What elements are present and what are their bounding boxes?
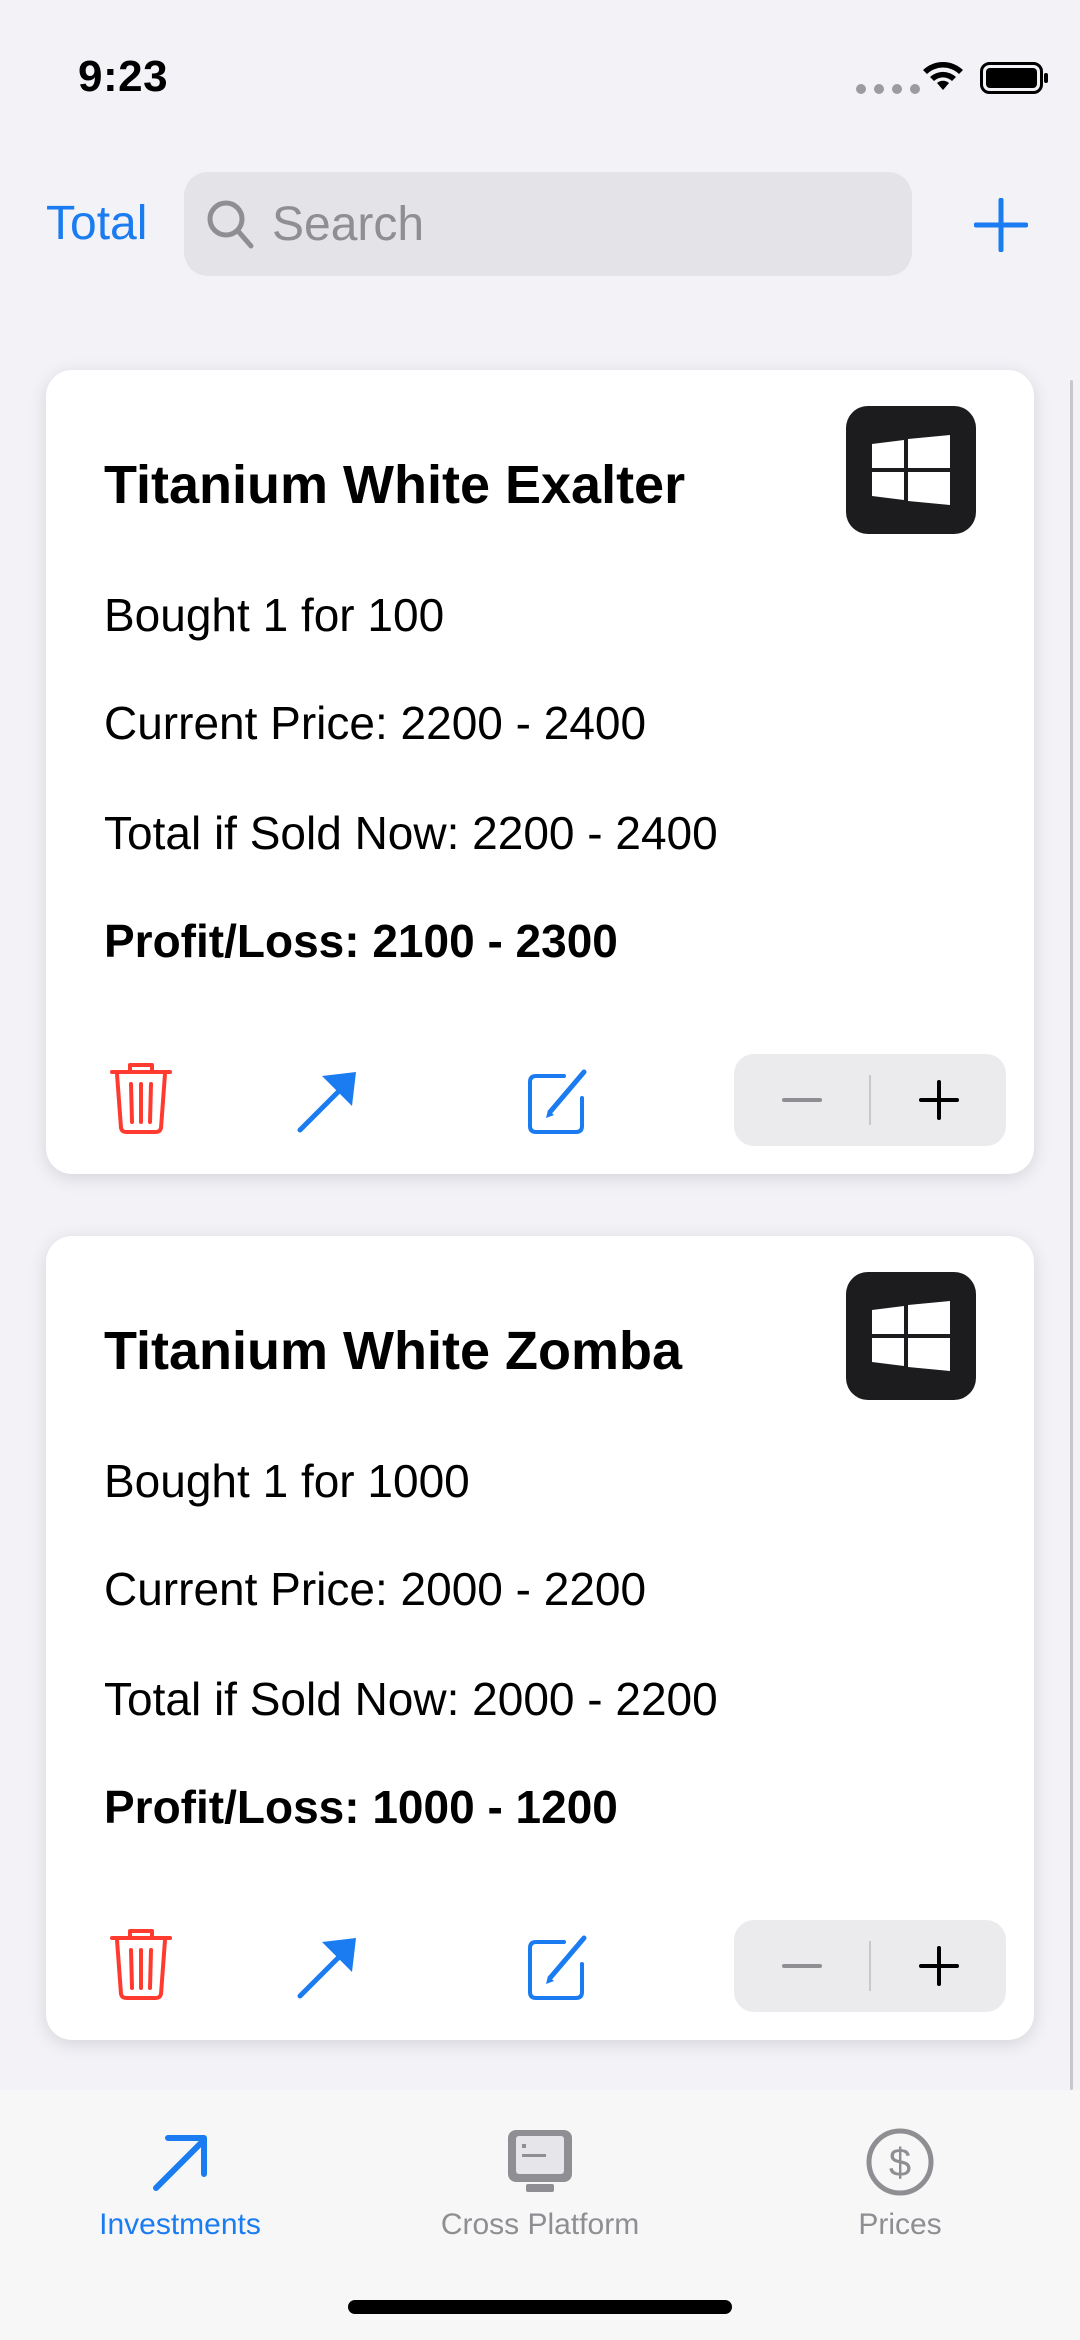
tab-label: Investments <box>99 2208 261 2241</box>
delete-button[interactable] <box>106 1060 176 1136</box>
tab-label: Prices <box>858 2208 942 2241</box>
total-button[interactable]: Total <box>46 196 147 251</box>
search-icon <box>207 200 254 249</box>
search-bar[interactable] <box>184 172 912 276</box>
search-input[interactable] <box>272 196 872 252</box>
desktop-computer-icon <box>508 2130 572 2192</box>
total-if-sold-text: Total if Sold Now: 2000 - 2200 <box>104 1673 718 1725</box>
arrow-up-right-icon[interactable] <box>294 1926 364 2002</box>
total-if-sold-text: Total if Sold Now: 2200 - 2400 <box>104 807 718 859</box>
battery-icon <box>980 62 1048 94</box>
current-price-text: Current Price: 2000 - 2200 <box>104 1563 647 1615</box>
tab-label: Cross Platform <box>440 2208 640 2241</box>
wifi-icon <box>923 62 963 90</box>
status-time: 9:23 <box>78 52 169 101</box>
tab-investments[interactable]: Investments <box>0 2090 360 2270</box>
item-title: Titanium White Zomba <box>104 1321 682 1381</box>
decrement-button[interactable] <box>734 1920 869 2012</box>
windows-icon <box>846 406 976 534</box>
investment-card: Titanium White Exalter Bought 1 for 100 … <box>46 370 1034 1174</box>
tab-prices[interactable]: $ Prices <box>720 2090 1080 2270</box>
edit-button[interactable] <box>522 1926 592 2002</box>
quantity-stepper[interactable] <box>734 1920 1006 2012</box>
profit-loss-text: Profit/Loss: 1000 - 1200 <box>104 1781 618 1833</box>
signal-icon <box>856 84 920 94</box>
arrow-up-right-icon <box>153 2135 207 2191</box>
edit-button[interactable] <box>522 1060 592 1136</box>
status-bar: 9:23 <box>0 0 1080 150</box>
dollar-circle-icon: $ <box>866 2128 934 2196</box>
arrow-up-right-icon[interactable] <box>294 1060 364 1136</box>
investment-card: Titanium White Zomba Bought 1 for 1000 C… <box>46 1236 1034 2040</box>
add-button[interactable] <box>974 198 1028 252</box>
tab-cross-platform[interactable]: Cross Platform <box>360 2090 720 2270</box>
quantity-stepper[interactable] <box>734 1054 1006 1146</box>
svg-text:$: $ <box>889 2141 911 2185</box>
windows-icon <box>846 1272 976 1400</box>
item-title: Titanium White Exalter <box>104 455 686 515</box>
increment-button[interactable] <box>871 1920 1006 2012</box>
bought-text: Bought 1 for 1000 <box>104 1455 470 1507</box>
profit-loss-text: Profit/Loss: 2100 - 2300 <box>104 915 618 967</box>
home-indicator[interactable] <box>348 2300 732 2314</box>
increment-button[interactable] <box>871 1054 1006 1146</box>
scroll-indicator[interactable] <box>1070 380 1073 2090</box>
delete-button[interactable] <box>106 1926 176 2002</box>
decrement-button[interactable] <box>734 1054 869 1146</box>
current-price-text: Current Price: 2200 - 2400 <box>104 697 647 749</box>
bought-text: Bought 1 for 100 <box>104 589 445 641</box>
